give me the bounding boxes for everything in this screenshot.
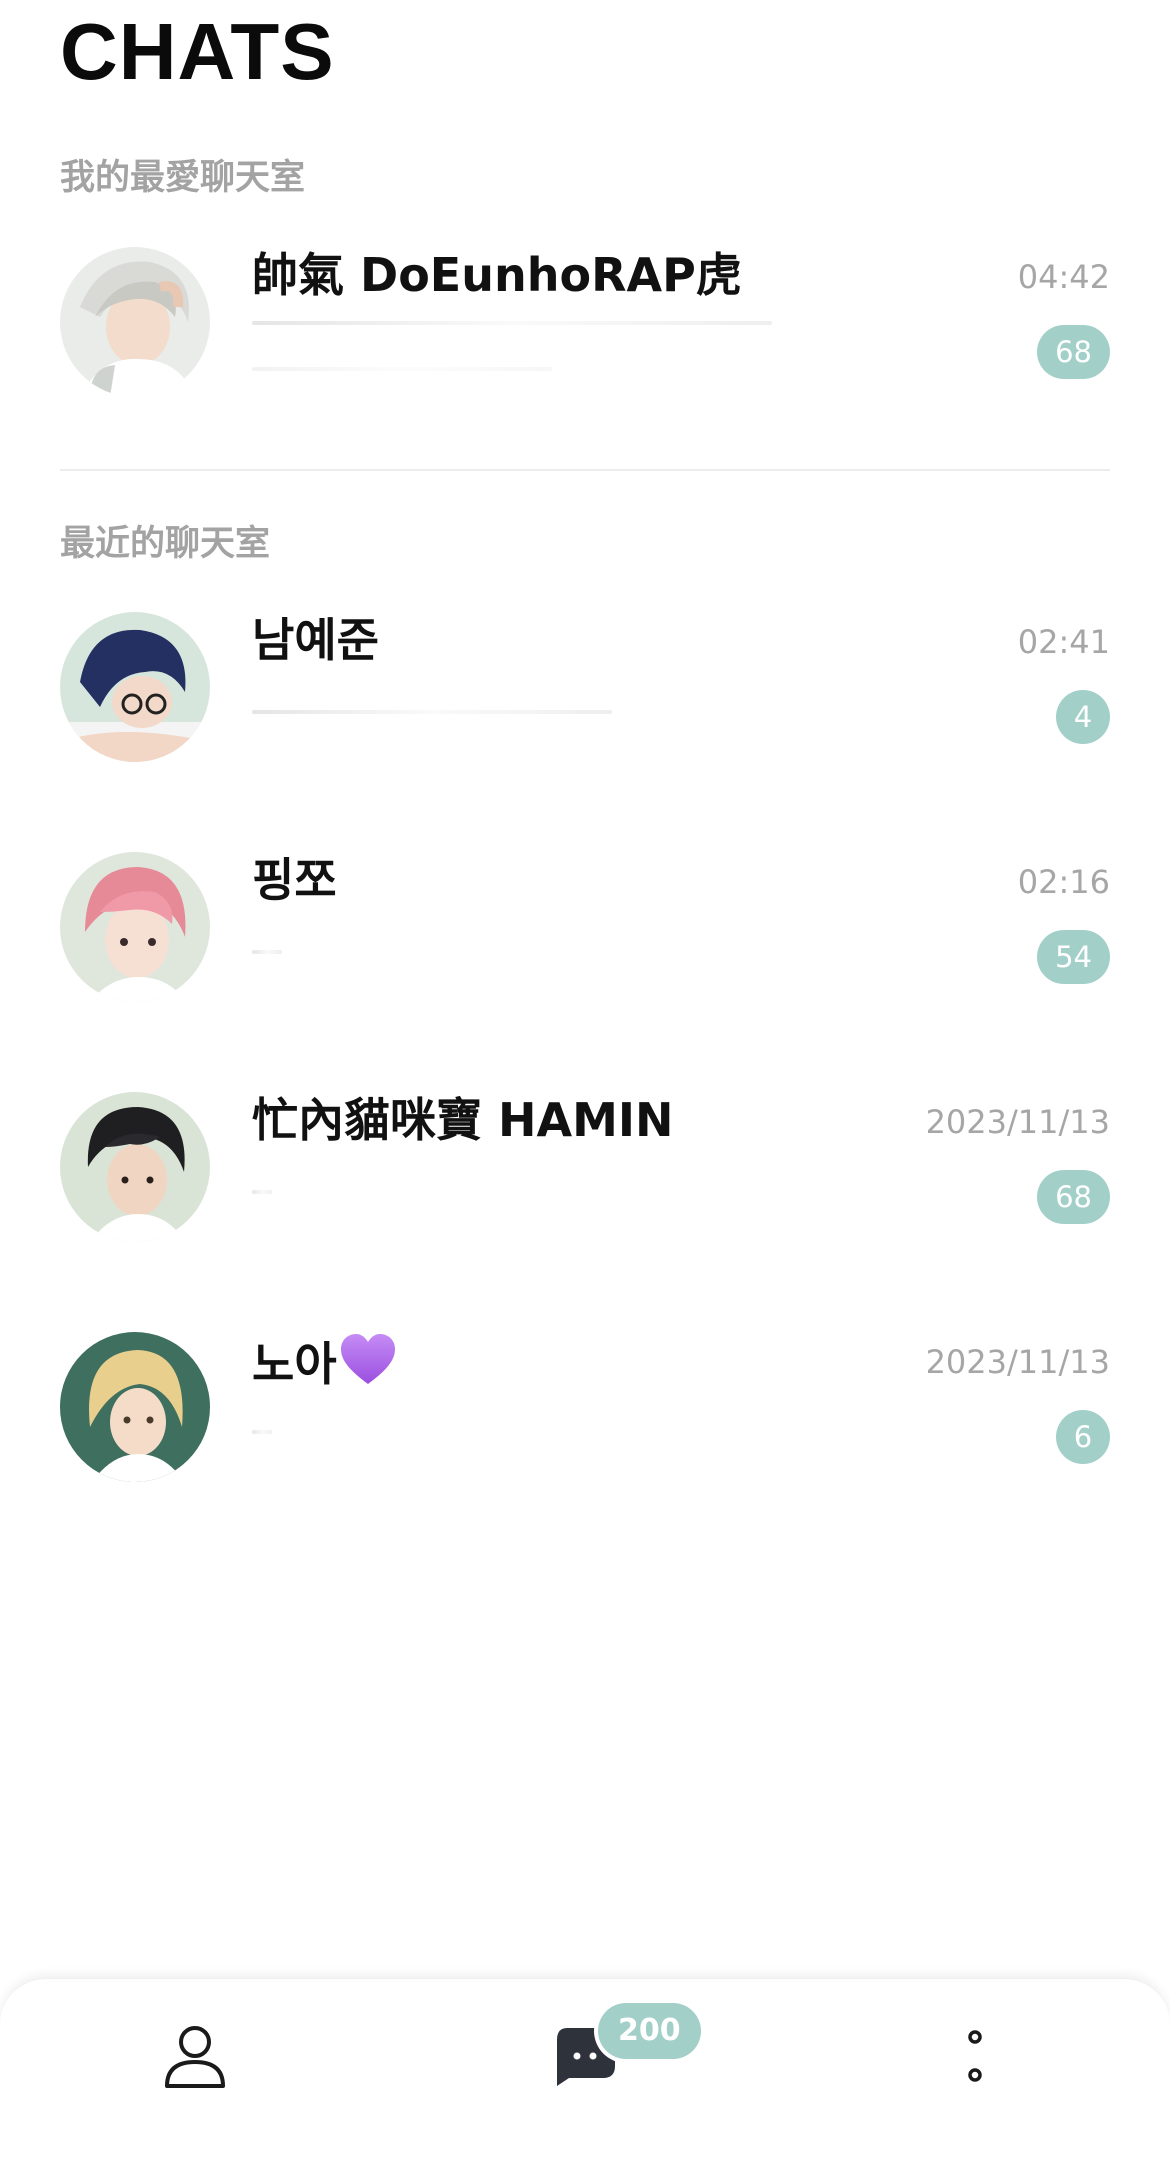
more-dots-icon: [965, 2027, 985, 2091]
unread-badge: 68: [1037, 325, 1110, 379]
nav-profile-button[interactable]: [115, 1979, 275, 2139]
chat-time: 2023/11/13: [925, 1343, 1110, 1381]
unread-badge: 54: [1037, 930, 1110, 984]
chat-time: 04:42: [1017, 258, 1110, 296]
chat-time: 2023/11/13: [925, 1103, 1110, 1141]
chat-time: 02:16: [1017, 863, 1110, 901]
recent-section-label: 最近的聊天室: [60, 524, 271, 564]
chat-time: 02:41: [1017, 623, 1110, 661]
chat-row-recent-1[interactable]: 핑쪼 02:16 54: [0, 852, 1170, 1012]
bottom-nav: [0, 1978, 1170, 2179]
chat-row-recent-0[interactable]: 남예준 02:41 4: [0, 612, 1170, 772]
unread-badge: 4: [1056, 690, 1110, 744]
chat-name: 노아: [252, 1332, 397, 1398]
chat-row-favorite-0[interactable]: 帥氣 DoEunhoRAP虎 04:42 68: [0, 247, 1170, 407]
section-divider: [60, 469, 1110, 471]
chat-name: 忙內貓咪寶 HAMIN: [252, 1093, 674, 1147]
message-preview: [252, 1190, 272, 1194]
message-preview: [252, 710, 612, 714]
message-preview: [252, 321, 772, 325]
chat-row-recent-3[interactable]: 노아 2023/11/13 6: [0, 1332, 1170, 1492]
unread-badge: 68: [1037, 1170, 1110, 1224]
chat-name-text: 노아: [252, 1337, 337, 1391]
nav-more-button[interactable]: [895, 1979, 1055, 2139]
purple-heart-icon: [339, 1332, 397, 1398]
page-title: CHATS: [60, 7, 335, 96]
favorites-section-label: 我的最愛聊天室: [60, 158, 306, 198]
chat-row-recent-2[interactable]: 忙內貓咪寶 HAMIN 2023/11/13 68: [0, 1092, 1170, 1252]
message-preview: [252, 950, 282, 954]
message-preview-line-2: [252, 367, 552, 371]
chat-name: 帥氣 DoEunhoRAP虎: [252, 248, 742, 302]
chats-unread-badge: 200: [598, 2003, 701, 2059]
person-icon: [163, 2024, 227, 2094]
avatar: [60, 612, 210, 762]
avatar: [60, 852, 210, 1002]
avatar: [60, 1092, 210, 1242]
chat-name: 핑쪼: [252, 853, 337, 907]
avatar: [60, 1332, 210, 1482]
unread-badge: 6: [1056, 1410, 1110, 1464]
avatar: [60, 247, 210, 397]
chat-name: 남예준: [252, 613, 379, 667]
message-preview: [252, 1430, 272, 1434]
